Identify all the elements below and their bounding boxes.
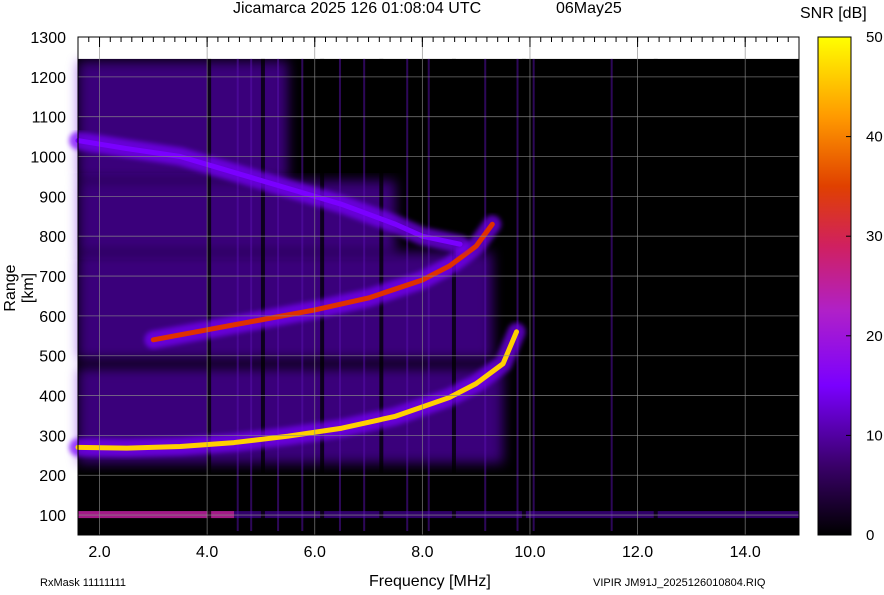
chart-date: 06May25 [556, 0, 622, 17]
interference-stripe [484, 58, 487, 532]
y-tick-label: 300 [39, 428, 66, 445]
colorbar-tick-label: 40 [866, 129, 883, 146]
interference-stripe [301, 58, 304, 532]
y-tick-label: 1300 [30, 30, 66, 47]
interference-stripe [250, 58, 253, 532]
y-axis-label: Range [km] [2, 264, 37, 312]
no-data-area [78, 37, 799, 59]
interference-stripe [277, 58, 280, 532]
colorbar-title: SNR [dB] [800, 5, 867, 22]
chart-title: Jicamarca 2025 126 01:08:04 UTC [233, 0, 482, 17]
colorbar-tick-label: 0 [866, 527, 874, 544]
interference-stripe [610, 58, 613, 532]
colorbar [817, 36, 852, 536]
interference-stripe [207, 58, 212, 532]
interference-stripe [236, 58, 239, 532]
interference-stripe [521, 58, 526, 532]
y-tick-label: 100 [39, 508, 66, 525]
x-tick-label: 12.0 [622, 544, 653, 561]
interference-stripe [320, 58, 325, 532]
colorbar-tick-label: 50 [866, 29, 883, 46]
x-tick-label: 14.0 [730, 544, 761, 561]
rxmask-label: RxMask 11111111 [40, 577, 127, 589]
y-tick-label: 1000 [30, 150, 66, 167]
interference-stripe [427, 58, 430, 532]
x-axis-label: Frequency [MHz] [369, 573, 491, 590]
interference-stripe [406, 58, 409, 532]
y-tick-label: 400 [39, 389, 66, 406]
x-tick-label: 4.0 [196, 544, 218, 561]
interference-stripe [451, 58, 456, 532]
colorbar-tick-label: 30 [866, 228, 883, 245]
interference-stripe [516, 58, 519, 532]
y-tick-label: 800 [39, 229, 66, 246]
interference-stripe [653, 58, 658, 532]
y-tick-label: 200 [39, 468, 66, 485]
colorbar-tick-label: 10 [866, 427, 883, 444]
y-tick-label: 700 [39, 269, 66, 286]
x-tick-label: 8.0 [411, 544, 433, 561]
x-tick-label: 6.0 [304, 544, 326, 561]
y-tick-label: 900 [39, 189, 66, 206]
y-tick-label: 1200 [30, 70, 66, 87]
interference-stripe [532, 58, 535, 532]
x-tick-label: 2.0 [88, 544, 110, 561]
interference-stripe [260, 58, 265, 532]
colorbar-tick-label: 20 [866, 328, 883, 345]
file-label: VIPIR JM91J_2025126010804.RIQ [593, 577, 766, 589]
y-tick-label: 1100 [32, 110, 67, 127]
x-tick-label: 10.0 [514, 544, 545, 561]
y-tick-label: 600 [39, 309, 66, 326]
y-tick-label: 500 [39, 349, 66, 366]
ionogram-chart: 2.0 4.0 6.0 8.0 10.0 12.0 14.01002003004005006… [30, 29, 883, 561]
colorbar-ticks: 50 40 30 20 10 0 [846, 29, 883, 544]
